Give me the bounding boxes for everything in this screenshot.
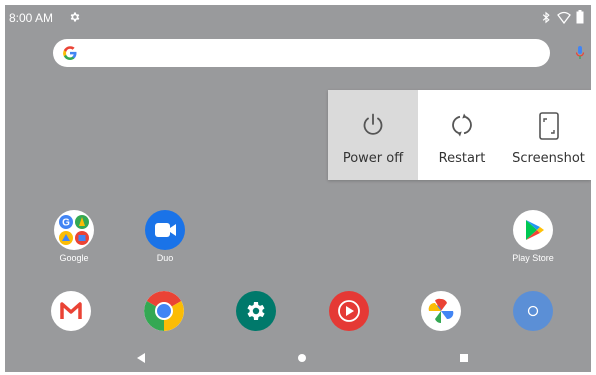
duo-label: Duo (156, 253, 174, 263)
play-store-app[interactable]: Play Store (493, 210, 573, 263)
power-off-button[interactable]: Power off (328, 90, 418, 180)
google-folder[interactable]: G Google (34, 210, 114, 263)
back-icon[interactable] (136, 352, 146, 364)
youtube-music-icon[interactable] (329, 291, 369, 331)
power-menu: Power off Restart Screenshot (328, 90, 591, 180)
app-drawer-icon[interactable] (513, 291, 553, 331)
wifi-icon (557, 11, 571, 24)
screenshot-icon (538, 112, 559, 140)
settings-gear-icon (70, 12, 80, 22)
home-icon[interactable] (298, 354, 306, 362)
status-bar: 8:00 AM (5, 5, 591, 29)
chrome-icon[interactable] (144, 291, 184, 331)
settings-icon[interactable] (236, 291, 276, 331)
home-screen: 8:00 AM Power off Restart Screenshot G G… (5, 5, 591, 372)
gmail-icon[interactable] (51, 291, 91, 331)
photos-icon[interactable] (421, 291, 461, 331)
recents-icon[interactable] (460, 354, 468, 362)
status-time: 8:00 AM (9, 11, 54, 25)
svg-text:G: G (62, 218, 70, 229)
battery-icon (576, 10, 584, 24)
duo-icon (145, 210, 185, 250)
play-store-icon (513, 210, 553, 250)
bluetooth-icon (542, 11, 550, 24)
power-icon (363, 113, 383, 135)
play-store-label: Play Store (512, 253, 554, 263)
screenshot-label: Screenshot (512, 151, 585, 166)
screenshot-button[interactable]: Screenshot (506, 90, 591, 180)
duo-app[interactable]: Duo (125, 210, 205, 263)
power-off-label: Power off (342, 151, 404, 166)
google-folder-label: Google (59, 253, 89, 263)
google-g-icon (63, 46, 77, 60)
mic-icon[interactable] (575, 46, 585, 60)
google-search-bar[interactable] (53, 39, 585, 67)
restart-icon (452, 113, 472, 137)
restart-label: Restart (438, 151, 486, 166)
restart-button[interactable]: Restart (418, 90, 506, 180)
google-folder-icon: G (54, 210, 94, 250)
